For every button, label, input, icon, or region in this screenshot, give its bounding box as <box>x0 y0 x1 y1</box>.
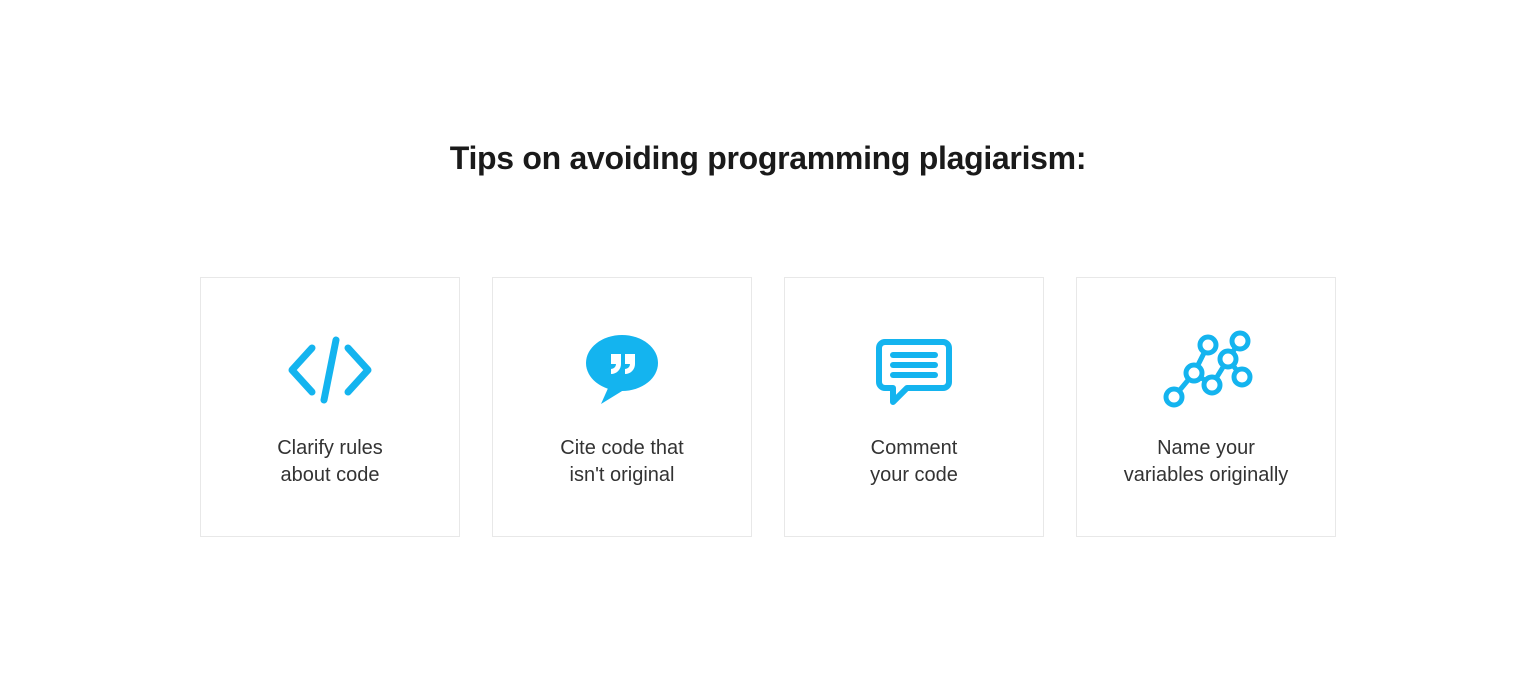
card-label: Comment your code <box>870 435 958 489</box>
card-clarify-rules: Clarify rules about code <box>200 277 460 537</box>
code-icon <box>282 325 378 415</box>
card-name-variables: Name your variables originally <box>1076 277 1336 537</box>
comment-lines-icon <box>871 325 957 415</box>
card-label: Clarify rules about code <box>277 435 383 489</box>
quote-bubble-icon <box>579 325 665 415</box>
card-label: Name your variables originally <box>1124 435 1289 489</box>
card-comment-code: Comment your code <box>784 277 1044 537</box>
cards-row: Clarify rules about code Cite code that … <box>200 277 1336 537</box>
card-cite-code: Cite code that isn't original <box>492 277 752 537</box>
network-icon <box>1158 325 1254 415</box>
card-label: Cite code that isn't original <box>560 435 683 489</box>
page-title: Tips on avoiding programming plagiarism: <box>450 140 1086 177</box>
